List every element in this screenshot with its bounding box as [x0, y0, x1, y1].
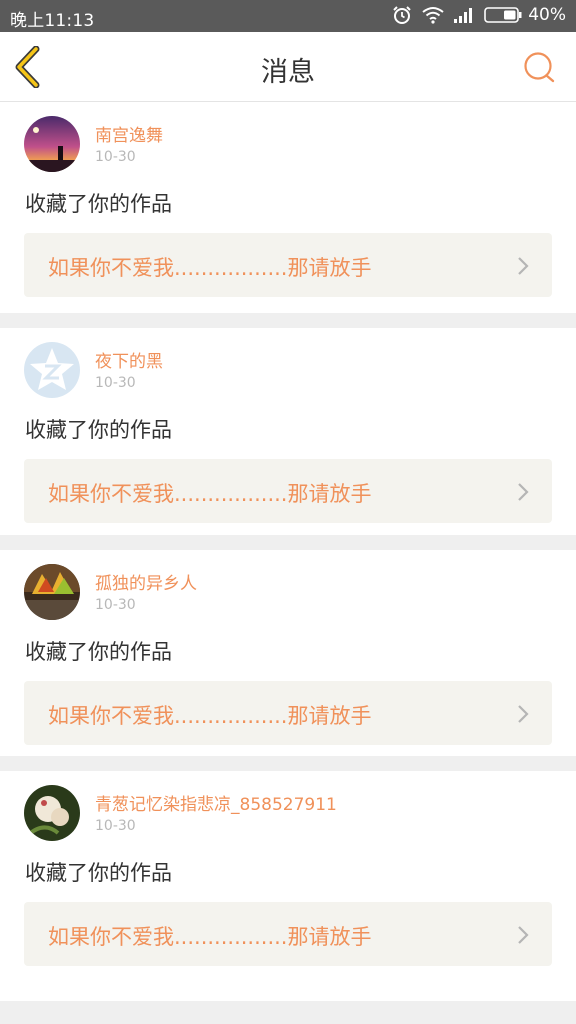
- avatar[interactable]: [24, 785, 80, 841]
- battery-icon: [484, 7, 522, 23]
- status-bar: 晚上11:13 40%: [0, 0, 576, 32]
- page-title: 消息: [261, 57, 315, 88]
- message-date: 10-30: [95, 149, 136, 165]
- chevron-right-icon: [518, 483, 529, 501]
- battery-indicator: 40%: [484, 5, 566, 25]
- message-item: 南宫逸舞 10-30 收藏了你的作品 如果你不爱我...............…: [0, 102, 576, 313]
- message-date: 10-30: [95, 597, 136, 613]
- work-title: 如果你不爱我.................那请放手: [48, 925, 372, 949]
- work-link[interactable]: 如果你不爱我.................那请放手: [24, 681, 552, 745]
- message-item: 夜下的黑 10-30 收藏了你的作品 如果你不爱我...............…: [0, 328, 576, 535]
- status-time: 晚上11:13: [10, 11, 95, 31]
- battery-percent: 40%: [528, 5, 566, 25]
- signal-icon: [454, 8, 473, 23]
- message-action-text: 收藏了你的作品: [25, 192, 172, 216]
- message-action-text: 收藏了你的作品: [25, 640, 172, 664]
- divider: [0, 313, 576, 328]
- message-list: 南宫逸舞 10-30 收藏了你的作品 如果你不爱我...............…: [0, 102, 576, 1001]
- search-button[interactable]: [522, 50, 556, 84]
- message-action-text: 收藏了你的作品: [25, 418, 172, 442]
- message-date: 10-30: [95, 818, 136, 834]
- work-title: 如果你不爱我.................那请放手: [48, 482, 372, 506]
- chevron-right-icon: [518, 705, 529, 723]
- message-date: 10-30: [95, 375, 136, 391]
- avatar[interactable]: [24, 342, 80, 398]
- status-icons: 40%: [392, 5, 566, 25]
- work-link[interactable]: 如果你不爱我.................那请放手: [24, 233, 552, 297]
- avatar[interactable]: [24, 116, 80, 172]
- chevron-right-icon: [518, 926, 529, 944]
- nav-header: 消息: [0, 32, 576, 102]
- divider: [0, 535, 576, 550]
- work-title: 如果你不爱我.................那请放手: [48, 256, 372, 280]
- message-item: 青葱记忆染指悲凉_858527911 10-30 收藏了你的作品 如果你不爱我.…: [0, 771, 576, 1001]
- message-action-text: 收藏了你的作品: [25, 861, 172, 885]
- sender-name[interactable]: 夜下的黑: [95, 347, 163, 372]
- divider: [0, 756, 576, 771]
- sender-name[interactable]: 青葱记忆染指悲凉_858527911: [95, 790, 337, 815]
- work-link[interactable]: 如果你不爱我.................那请放手: [24, 459, 552, 523]
- alarm-icon: [393, 6, 411, 24]
- avatar[interactable]: [24, 564, 80, 620]
- message-item: 孤独的异乡人 10-30 收藏了你的作品 如果你不爱我.............…: [0, 550, 576, 756]
- work-title: 如果你不爱我.................那请放手: [48, 704, 372, 728]
- wifi-icon: [422, 7, 444, 24]
- sender-name[interactable]: 孤独的异乡人: [95, 569, 197, 594]
- sender-name[interactable]: 南宫逸舞: [95, 121, 163, 146]
- chevron-right-icon: [518, 257, 529, 275]
- work-link[interactable]: 如果你不爱我.................那请放手: [24, 902, 552, 966]
